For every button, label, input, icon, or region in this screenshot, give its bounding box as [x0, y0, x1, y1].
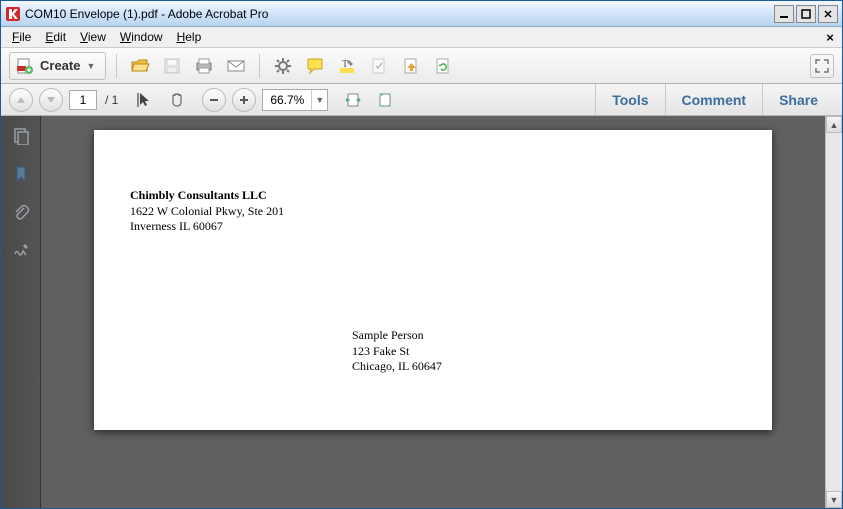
email-button[interactable] [223, 53, 249, 79]
navigation-panel [1, 116, 41, 508]
save-icon [163, 57, 181, 75]
zoom-out-button[interactable] [202, 88, 226, 112]
gear-icon [274, 57, 292, 75]
cursor-icon [136, 91, 154, 109]
arrow-up-icon [16, 95, 26, 105]
hand-icon [168, 91, 186, 109]
attachments-button[interactable] [9, 200, 33, 224]
scroll-down-button[interactable]: ▼ [826, 491, 842, 508]
highlight-button[interactable]: T [334, 53, 360, 79]
return-name: Chimbly Consultants LLC [130, 188, 284, 204]
bookmarks-button[interactable] [9, 162, 33, 186]
settings-button[interactable] [270, 53, 296, 79]
envelope-icon [226, 56, 246, 76]
app-icon [5, 6, 21, 22]
return-line2: Inverness IL 60067 [130, 219, 284, 235]
tools-label: Tools [612, 92, 648, 108]
reading-mode-button[interactable] [810, 54, 834, 78]
hand-tool-button[interactable] [164, 87, 190, 113]
document-scroll[interactable]: Chimbly Consultants LLC 1622 W Colonial … [41, 116, 825, 508]
recipient-name: Sample Person [352, 328, 442, 344]
page-refresh-icon [434, 57, 452, 75]
expand-icon [815, 59, 829, 73]
page-arrow-icon [402, 57, 420, 75]
folder-open-icon [130, 56, 150, 76]
fit-page-icon [376, 91, 394, 109]
document-close-button[interactable]: × [822, 29, 838, 45]
close-button[interactable] [818, 5, 838, 23]
create-button[interactable]: Create ▼ [9, 52, 106, 80]
printer-icon [194, 56, 214, 76]
create-label: Create [40, 58, 80, 73]
fit-width-icon [344, 91, 362, 109]
page-thumbnails-button[interactable] [9, 124, 33, 148]
plus-icon [238, 94, 250, 106]
create-pdf-icon [16, 57, 34, 75]
signatures-button[interactable] [9, 238, 33, 262]
return-address: Chimbly Consultants LLC 1622 W Colonial … [130, 188, 284, 235]
sticky-note-button[interactable] [302, 53, 328, 79]
share-label: Share [779, 92, 818, 108]
pages-icon [12, 127, 30, 145]
recipient-line2: Chicago, IL 60647 [352, 359, 442, 375]
menu-file[interactable]: File [5, 28, 38, 46]
page-check-icon [370, 57, 388, 75]
dropdown-caret-icon: ▼ [86, 61, 95, 71]
recipient-line1: 123 Fake St [352, 344, 442, 360]
menu-edit[interactable]: Edit [38, 28, 73, 46]
document-area: Chimbly Consultants LLC 1622 W Colonial … [41, 116, 842, 508]
page-down-button[interactable] [39, 88, 63, 112]
page-total-label: / 1 [103, 93, 120, 107]
window-title: COM10 Envelope (1).pdf - Adobe Acrobat P… [25, 7, 774, 21]
comment-pane-button[interactable]: Comment [665, 84, 763, 115]
page-up-button[interactable] [9, 88, 33, 112]
share-pane-button[interactable]: Share [762, 84, 834, 115]
sign-button[interactable] [398, 53, 424, 79]
maximize-button[interactable] [796, 5, 816, 23]
menu-bar: File Edit View Window Help × [1, 27, 842, 48]
main-toolbar: Create ▼ T [1, 48, 842, 84]
highlight-text-icon: T [338, 57, 356, 75]
signature-icon [12, 241, 30, 259]
workspace: Chimbly Consultants LLC 1622 W Colonial … [1, 116, 842, 508]
zoom-combobox[interactable]: ▼ [262, 89, 328, 111]
fit-width-button[interactable] [340, 87, 366, 113]
zoom-in-button[interactable] [232, 88, 256, 112]
minimize-button[interactable] [774, 5, 794, 23]
save-button[interactable] [159, 53, 185, 79]
fit-page-button[interactable] [372, 87, 398, 113]
window-titlebar: COM10 Envelope (1).pdf - Adobe Acrobat P… [1, 1, 842, 27]
paperclip-icon [12, 203, 30, 221]
open-button[interactable] [127, 53, 153, 79]
return-line1: 1622 W Colonial Pkwy, Ste 201 [130, 204, 284, 220]
recipient-address: Sample Person 123 Fake St Chicago, IL 60… [352, 328, 442, 375]
menu-window[interactable]: Window [113, 28, 170, 46]
svg-text:T: T [342, 59, 348, 70]
bookmark-icon [12, 165, 30, 183]
tools-pane-button[interactable]: Tools [595, 84, 664, 115]
comment-label: Comment [682, 92, 747, 108]
stamp-button[interactable] [366, 53, 392, 79]
vertical-scrollbar[interactable]: ▲ ▼ [825, 116, 842, 508]
minus-icon [208, 94, 220, 106]
menu-view[interactable]: View [73, 28, 113, 46]
select-tool-button[interactable] [132, 87, 158, 113]
pdf-page: Chimbly Consultants LLC 1622 W Colonial … [94, 130, 772, 430]
zoom-dropdown-button[interactable]: ▼ [311, 90, 327, 110]
zoom-input[interactable] [263, 93, 311, 107]
scroll-up-button[interactable]: ▲ [826, 116, 842, 133]
navigation-toolbar: / 1 ▼ Tools Comment Share [1, 84, 842, 116]
menu-help[interactable]: Help [170, 28, 209, 46]
arrow-down-icon [46, 95, 56, 105]
page-number-input[interactable] [69, 90, 97, 110]
comment-bubble-icon [306, 57, 324, 75]
share-toolbar-button[interactable] [430, 53, 456, 79]
print-button[interactable] [191, 53, 217, 79]
